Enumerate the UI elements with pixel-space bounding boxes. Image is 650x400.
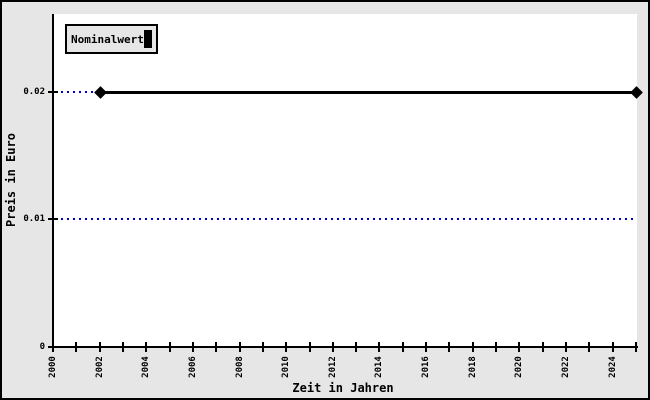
x-tick [635, 342, 637, 352]
x-tick-label: 2016 [421, 356, 431, 378]
x-tick [612, 342, 614, 352]
x-tick [215, 342, 217, 352]
x-axis-title: Zeit in Jahren [292, 381, 394, 395]
y-tick [48, 218, 58, 220]
x-tick [542, 342, 544, 352]
x-tick [239, 342, 241, 352]
y-tick [48, 91, 58, 93]
plot-area [53, 14, 637, 347]
y-axis-title: Preis in Euro [4, 133, 18, 227]
legend-color-swatch [143, 30, 152, 48]
x-tick [518, 342, 520, 352]
x-tick [192, 342, 194, 352]
x-tick-label: 2012 [328, 356, 338, 378]
x-tick [402, 342, 404, 352]
x-tick [425, 342, 427, 352]
x-tick [332, 342, 334, 352]
x-tick [169, 342, 171, 352]
x-tick [99, 342, 101, 352]
x-tick [75, 342, 77, 352]
y-tick-label: 0 [39, 342, 45, 352]
y-tick-label: 0.02 [23, 87, 45, 97]
series-line [100, 91, 636, 94]
x-tick-label: 2004 [141, 356, 151, 378]
x-tick [448, 342, 450, 352]
x-tick-label: 2002 [95, 356, 105, 378]
x-tick [378, 342, 380, 352]
y-tick [48, 346, 58, 348]
y-gridline [55, 218, 637, 220]
x-tick-label: 2024 [608, 356, 618, 378]
y-axis-line [52, 14, 54, 348]
x-tick-label: 2010 [281, 356, 291, 378]
x-tick [262, 342, 264, 352]
chart: 2000 2002 2004 2006 2008 2010 2012 2014 2016 2018… [0, 0, 650, 400]
x-tick-label: 2008 [235, 356, 245, 378]
x-tick [145, 342, 147, 352]
legend-label: Nominalwert [71, 32, 144, 46]
x-tick [565, 342, 567, 352]
x-tick [309, 342, 311, 352]
x-tick [285, 342, 287, 352]
x-tick-label: 2018 [468, 356, 478, 378]
x-tick-label: 2022 [561, 356, 571, 378]
x-tick [355, 342, 357, 352]
x-tick-label: 2000 [48, 356, 58, 378]
x-tick [588, 342, 590, 352]
x-tick-label: 2020 [514, 356, 524, 378]
x-tick [472, 342, 474, 352]
x-tick [495, 342, 497, 352]
x-tick [122, 342, 124, 352]
legend: Nominalwert [65, 24, 158, 54]
x-tick-label: 2006 [188, 356, 198, 378]
x-axis-line [52, 346, 638, 348]
x-tick-label: 2014 [374, 356, 384, 378]
